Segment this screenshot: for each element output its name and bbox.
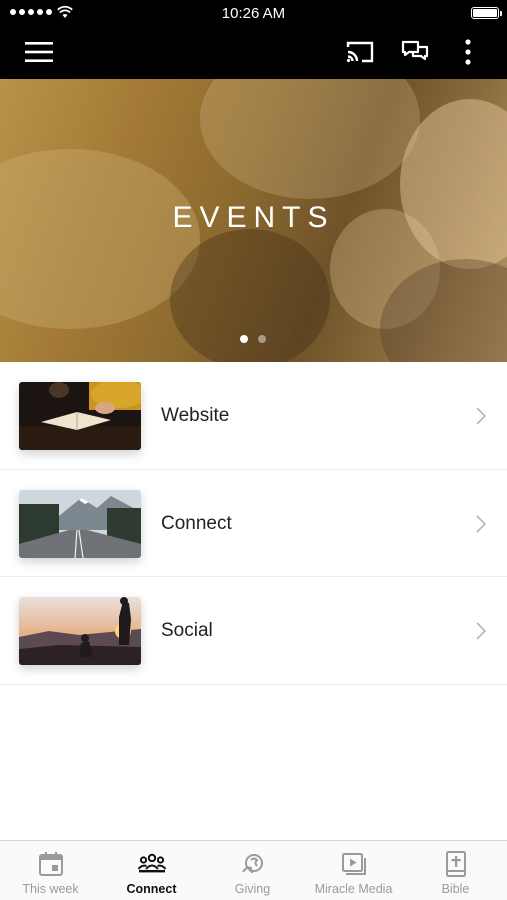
app-bar (0, 26, 507, 79)
tab-label: Miracle Media (314, 882, 393, 896)
chat-icon (401, 40, 429, 61)
cast-button[interactable] (342, 37, 378, 67)
chevron-right-icon (476, 622, 487, 640)
tab-miracle-media[interactable]: Miracle Media (303, 841, 404, 900)
people-group-icon (137, 853, 166, 873)
tab-giving[interactable]: Giving (202, 841, 303, 900)
bottom-tab-bar: This week Connect Giving Miracle Media B… (0, 840, 507, 900)
list-item-website[interactable]: Website (0, 362, 507, 470)
tab-label: Bible (441, 882, 470, 896)
menu-icon (25, 42, 53, 62)
calendar-icon (38, 852, 63, 876)
more-vertical-icon (465, 39, 471, 65)
media-play-icon (341, 853, 366, 875)
connect-thumbnail (19, 489, 141, 558)
connect-list: Website Connect Social (0, 362, 507, 685)
social-thumbnail (19, 597, 141, 665)
list-item-label: Website (161, 405, 230, 426)
hero-banner[interactable]: EVENTS (0, 79, 507, 362)
tab-this-week[interactable]: This week (0, 841, 101, 900)
chat-button[interactable] (397, 37, 433, 67)
tab-connect[interactable]: Connect (101, 841, 202, 900)
carousel-dot-2[interactable] (258, 335, 266, 343)
tab-bible[interactable]: Bible (405, 841, 506, 900)
chevron-right-icon (476, 514, 487, 533)
menu-button[interactable] (20, 37, 58, 67)
hero-title: EVENTS (172, 201, 335, 234)
tab-label: Giving (234, 882, 271, 896)
bible-icon (445, 851, 466, 877)
list-item-social[interactable]: Social (0, 577, 507, 685)
status-bar: 10:26 AM (0, 0, 507, 26)
carousel-dot-1[interactable] (240, 335, 248, 343)
status-time: 10:26 AM (221, 5, 286, 22)
carousel-page-indicator[interactable] (240, 335, 266, 343)
chevron-right-icon (476, 407, 487, 425)
tab-label: Connect (126, 882, 177, 896)
website-thumbnail (19, 382, 141, 450)
cast-icon (346, 41, 374, 63)
battery-icon (471, 7, 502, 19)
giving-icon (241, 854, 263, 873)
list-item-connect[interactable]: Connect (0, 469, 507, 577)
tab-label: This week (22, 882, 79, 896)
more-options-button[interactable] (455, 37, 481, 67)
list-item-label: Social (161, 620, 213, 641)
list-item-label: Connect (161, 512, 232, 534)
